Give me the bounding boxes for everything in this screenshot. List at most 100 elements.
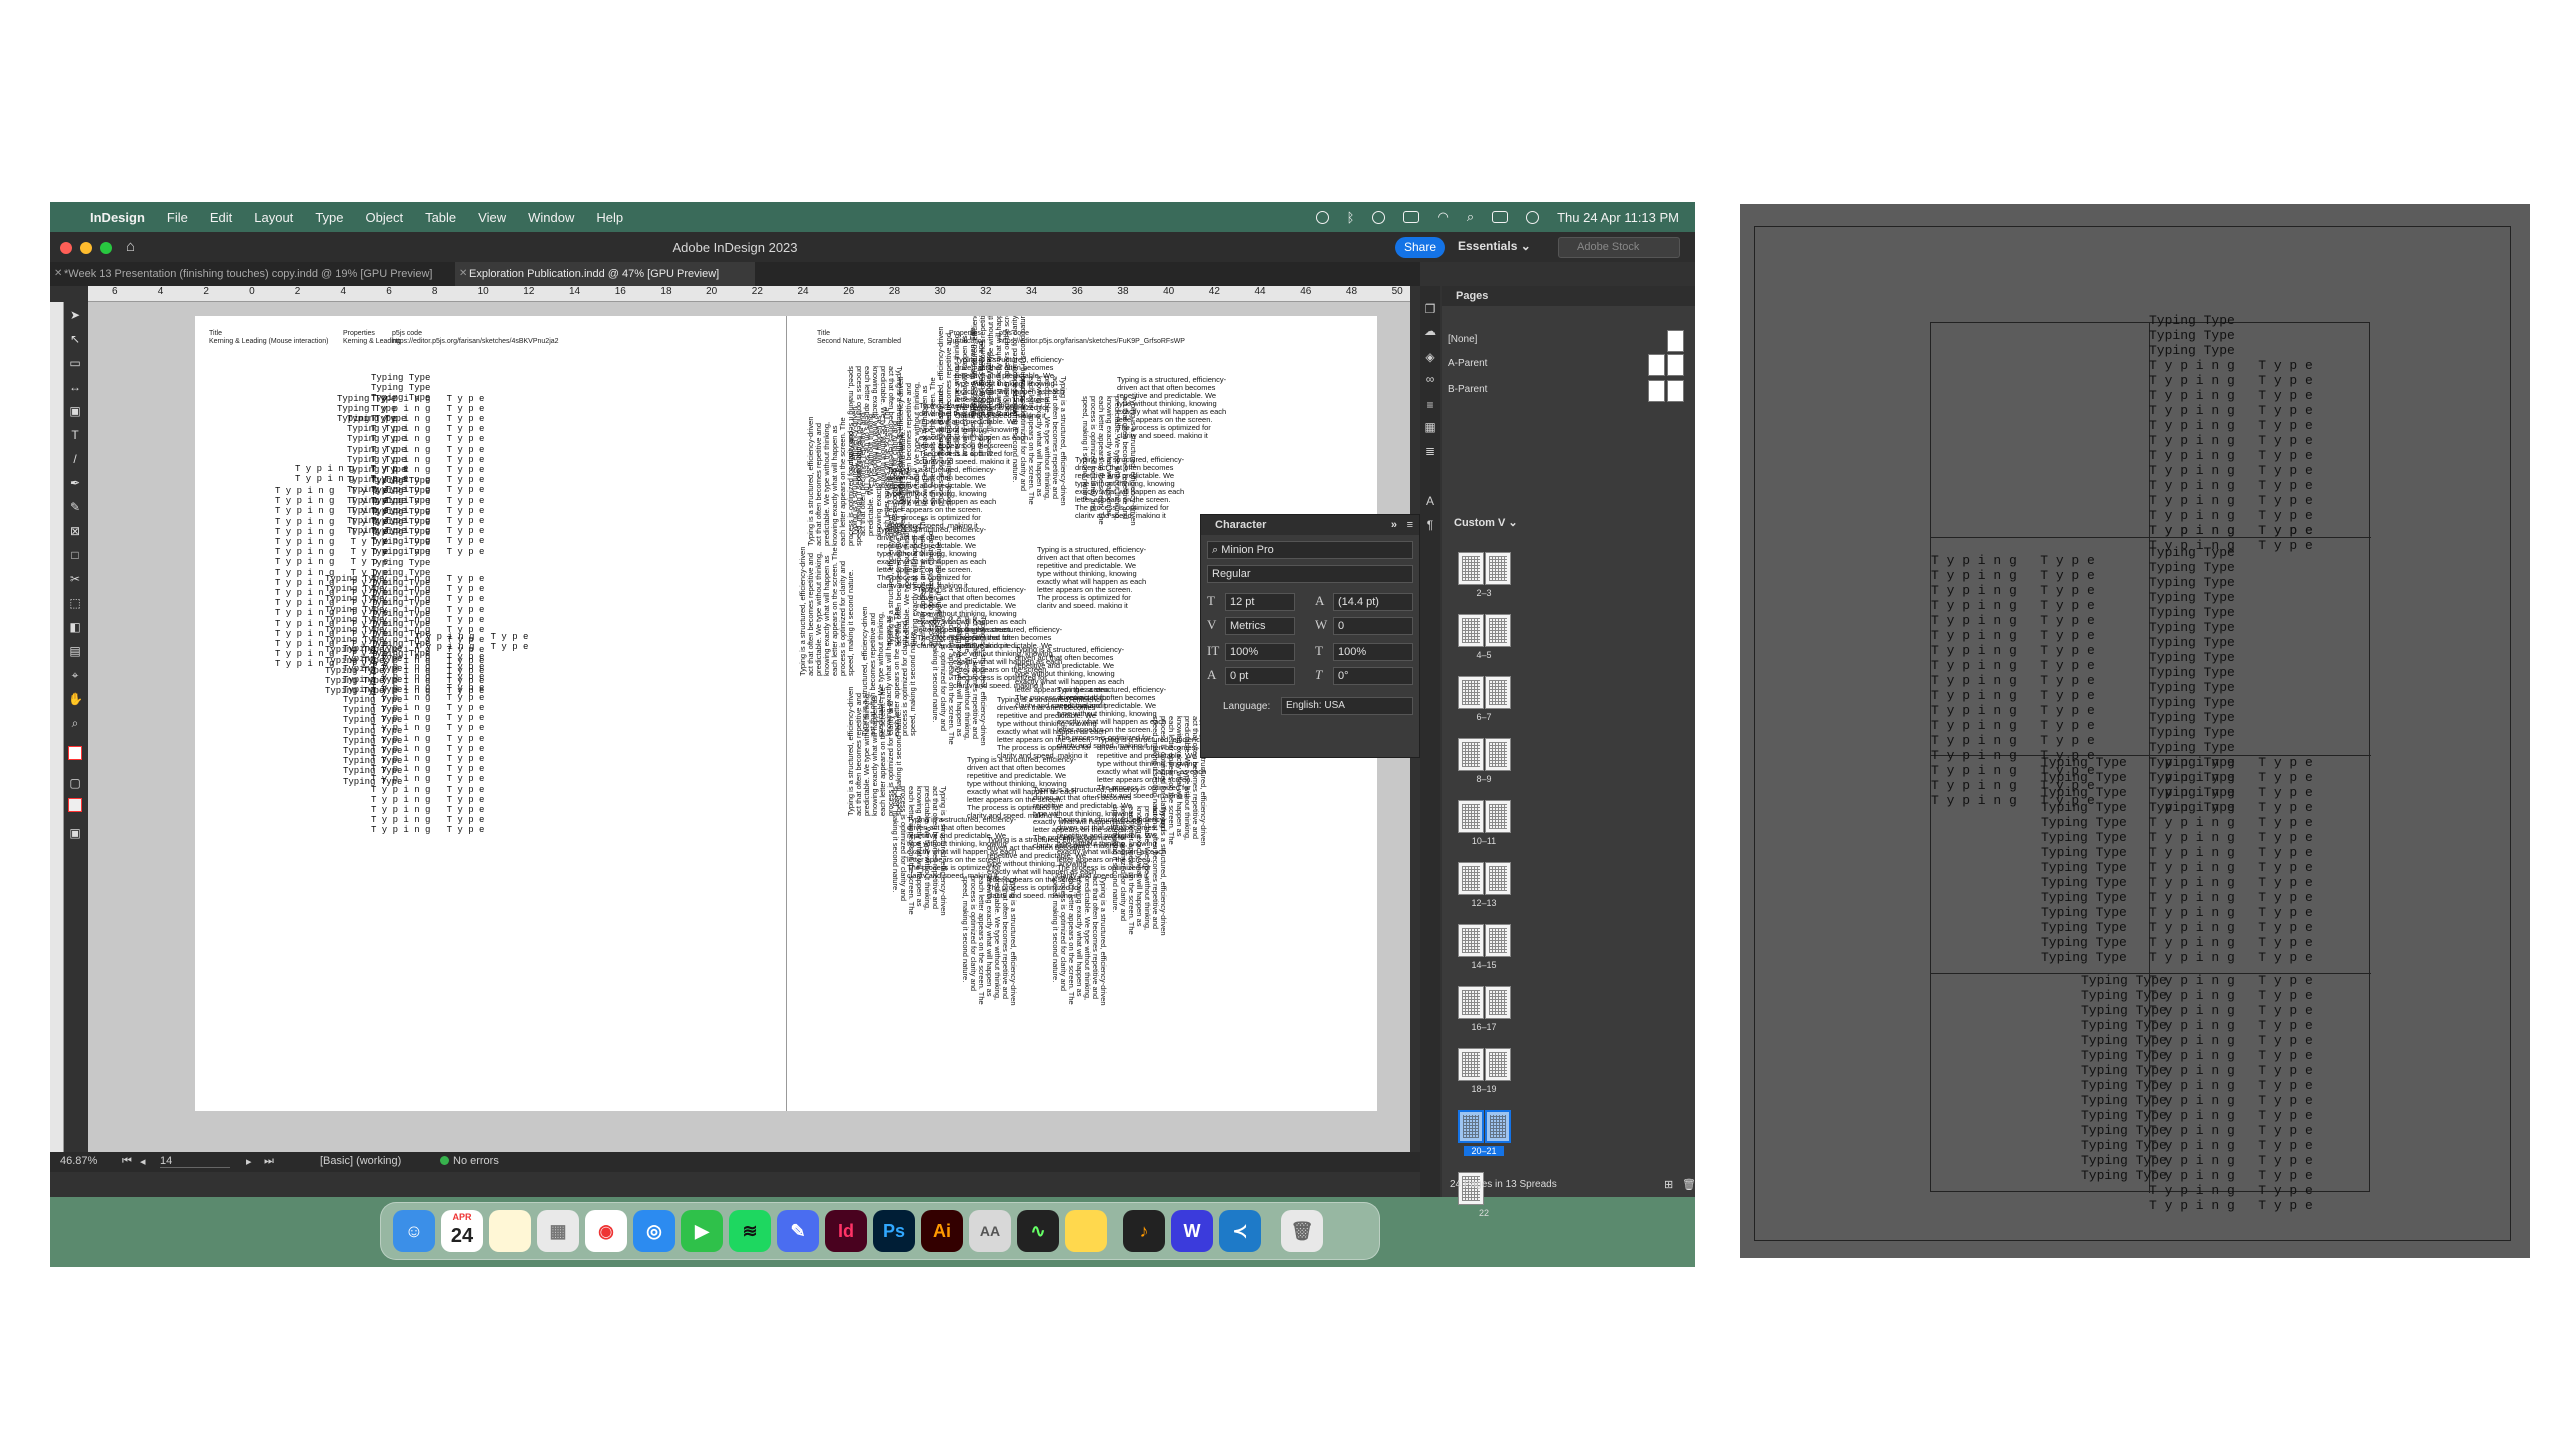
pages-panel[interactable]: Pages [None] A-Parent B-Parent Custom V …: [1442, 286, 1695, 1218]
zoom-level[interactable]: 46.87%: [60, 1155, 97, 1167]
parent-none[interactable]: [None]: [1448, 334, 1477, 345]
webex-icon[interactable]: W: [1171, 1210, 1213, 1252]
delete-page-icon[interactable]: 🗑: [1682, 1178, 1695, 1191]
character-panel[interactable]: Character » ≡ ⌕ Minion Pro Regular T 12 …: [1200, 514, 1420, 758]
spread-thumbnail[interactable]: 10–11: [1458, 800, 1518, 850]
free-transform-tool-icon[interactable]: ⬚: [68, 596, 82, 610]
focus-icon[interactable]: [1372, 210, 1386, 224]
spread-thumbnail[interactable]: 20–21: [1458, 1110, 1518, 1160]
menu-help[interactable]: Help: [596, 210, 623, 225]
spread-thumbnail[interactable]: 6–7: [1458, 676, 1518, 726]
stickies-icon[interactable]: [1065, 1210, 1107, 1252]
close-tab-icon[interactable]: ✕: [459, 262, 467, 286]
style-status[interactable]: [Basic] (working): [320, 1155, 401, 1167]
tab-exploration-publication[interactable]: ✕ Exploration Publication.indd @ 47% [GP…: [455, 262, 755, 286]
page-thumbnail[interactable]: [1485, 862, 1511, 895]
menu-type[interactable]: Type: [315, 210, 343, 225]
launchpad-icon[interactable]: ▦: [537, 1210, 579, 1252]
menu-table[interactable]: Table: [425, 210, 456, 225]
collapse-panel-icon[interactable]: »: [1391, 515, 1397, 535]
line-tool-icon[interactable]: /: [68, 452, 82, 466]
pages-panel-icon[interactable]: ❐: [1423, 302, 1437, 316]
battery-icon[interactable]: [1403, 211, 1420, 223]
spread-thumbnail[interactable]: 12–13: [1458, 862, 1518, 912]
parent-b-thumb-right[interactable]: [1667, 380, 1684, 402]
page-thumbnail[interactable]: [1485, 986, 1511, 1019]
screen-mode-icon[interactable]: ▣: [68, 826, 82, 840]
links-panel-icon[interactable]: ∞: [1423, 372, 1437, 386]
workspace-switcher[interactable]: Essentials ⌄: [1458, 239, 1531, 253]
spread-thumbnail[interactable]: 16–17: [1458, 986, 1518, 1036]
apply-none-icon[interactable]: [68, 798, 82, 812]
page-thumbnail[interactable]: [1458, 862, 1484, 895]
kerning-select[interactable]: Metrics: [1225, 617, 1295, 635]
new-page-icon[interactable]: ⊞: [1664, 1178, 1673, 1191]
page-thumbnail[interactable]: [1485, 924, 1511, 957]
page-thumbnail[interactable]: [1485, 614, 1511, 647]
panel-menu-icon[interactable]: ≡: [1407, 515, 1413, 535]
page-view-menu[interactable]: Custom V ⌄: [1454, 516, 1518, 529]
page-thumbnail[interactable]: [1458, 676, 1484, 709]
page-thumbnail[interactable]: [1485, 800, 1511, 833]
siri-icon[interactable]: [1526, 210, 1540, 224]
font-book-icon[interactable]: AA: [969, 1210, 1011, 1252]
gradient-tool-icon[interactable]: ◧: [68, 620, 82, 634]
zoom-tool-icon[interactable]: ⌕: [68, 716, 82, 730]
note-tool-icon[interactable]: ▤: [68, 644, 82, 658]
paragraph-styles-icon[interactable]: ¶: [1423, 518, 1437, 532]
menubar-datetime[interactable]: Thu 24 Apr 11:13 PM: [1557, 210, 1679, 225]
language-select[interactable]: English: USA: [1281, 697, 1413, 715]
direct-selection-tool-icon[interactable]: ↖: [68, 332, 82, 346]
finder-icon[interactable]: ☺: [393, 1210, 435, 1252]
eyedropper-tool-icon[interactable]: ⌖: [68, 668, 82, 682]
swatches-panel-icon[interactable]: ▦: [1423, 420, 1437, 434]
tab-week13-presentation[interactable]: ✕ *Week 13 Presentation (finishing touch…: [50, 262, 450, 286]
tracking-input[interactable]: 0: [1333, 617, 1413, 635]
page-thumbnail[interactable]: [1458, 738, 1484, 771]
spread-thumbnail[interactable]: 2–3: [1458, 552, 1518, 602]
menu-edit[interactable]: Edit: [210, 210, 232, 225]
page-thumbnail[interactable]: [1485, 676, 1511, 709]
menu-object[interactable]: Object: [366, 210, 404, 225]
close-tab-icon[interactable]: ✕: [54, 262, 62, 286]
horizontal-scale-input[interactable]: 100%: [1333, 643, 1413, 661]
page-thumbnail[interactable]: [1458, 924, 1484, 957]
hand-tool-icon[interactable]: ✋: [68, 692, 83, 706]
vscode-icon[interactable]: ≺: [1219, 1210, 1261, 1252]
adobe-stock-search[interactable]: Adobe Stock: [1558, 237, 1680, 258]
character-panel-icon[interactable]: A: [1423, 494, 1437, 508]
parent-b[interactable]: B-Parent: [1448, 384, 1487, 395]
page-thumbnail[interactable]: [1458, 614, 1484, 647]
activity-monitor-icon[interactable]: ∿: [1017, 1210, 1059, 1252]
page-thumbnail[interactable]: [1485, 1048, 1511, 1081]
menu-view[interactable]: View: [478, 210, 506, 225]
type-tool-icon[interactable]: T: [68, 428, 82, 442]
parent-b-thumb-left[interactable]: [1648, 380, 1665, 402]
page-thumbnail[interactable]: [1485, 552, 1511, 585]
leading-input[interactable]: (14.4 pt): [1333, 593, 1413, 611]
menu-app-name[interactable]: InDesign: [90, 210, 145, 225]
parent-a-thumb-left[interactable]: [1648, 354, 1665, 376]
selection-tool-icon[interactable]: ➤: [68, 308, 82, 322]
page-thumbnail[interactable]: [1458, 1048, 1484, 1081]
page-tool-icon[interactable]: ▭: [68, 356, 82, 370]
font-family-select[interactable]: ⌕ Minion Pro: [1207, 541, 1413, 559]
page-thumbnail[interactable]: [1458, 986, 1484, 1019]
spread-thumbnail[interactable]: 8–9: [1458, 738, 1518, 788]
character-panel-header[interactable]: Character » ≡: [1201, 515, 1419, 535]
spotify-icon[interactable]: ≋: [729, 1210, 771, 1252]
scissors-tool-icon[interactable]: ✂: [68, 572, 82, 586]
fill-stroke-swatch-icon[interactable]: [68, 746, 82, 760]
parent-a-thumb-right[interactable]: [1667, 354, 1684, 376]
trash-icon[interactable]: 🗑: [1281, 1210, 1323, 1252]
indesign-dock-icon[interactable]: Id: [825, 1210, 867, 1252]
layers-panel-icon[interactable]: ◈: [1423, 350, 1437, 364]
page-thumbnail[interactable]: [1458, 552, 1484, 585]
parent-a[interactable]: A-Parent: [1448, 358, 1487, 369]
last-page-icon[interactable]: ⏭: [264, 1155, 274, 1168]
illustrator-dock-icon[interactable]: Ai: [921, 1210, 963, 1252]
menu-window[interactable]: Window: [528, 210, 574, 225]
preflight-status[interactable]: No errors: [440, 1155, 499, 1167]
creative-cloud-icon[interactable]: [1315, 210, 1329, 224]
font-style-select[interactable]: Regular: [1207, 565, 1413, 583]
